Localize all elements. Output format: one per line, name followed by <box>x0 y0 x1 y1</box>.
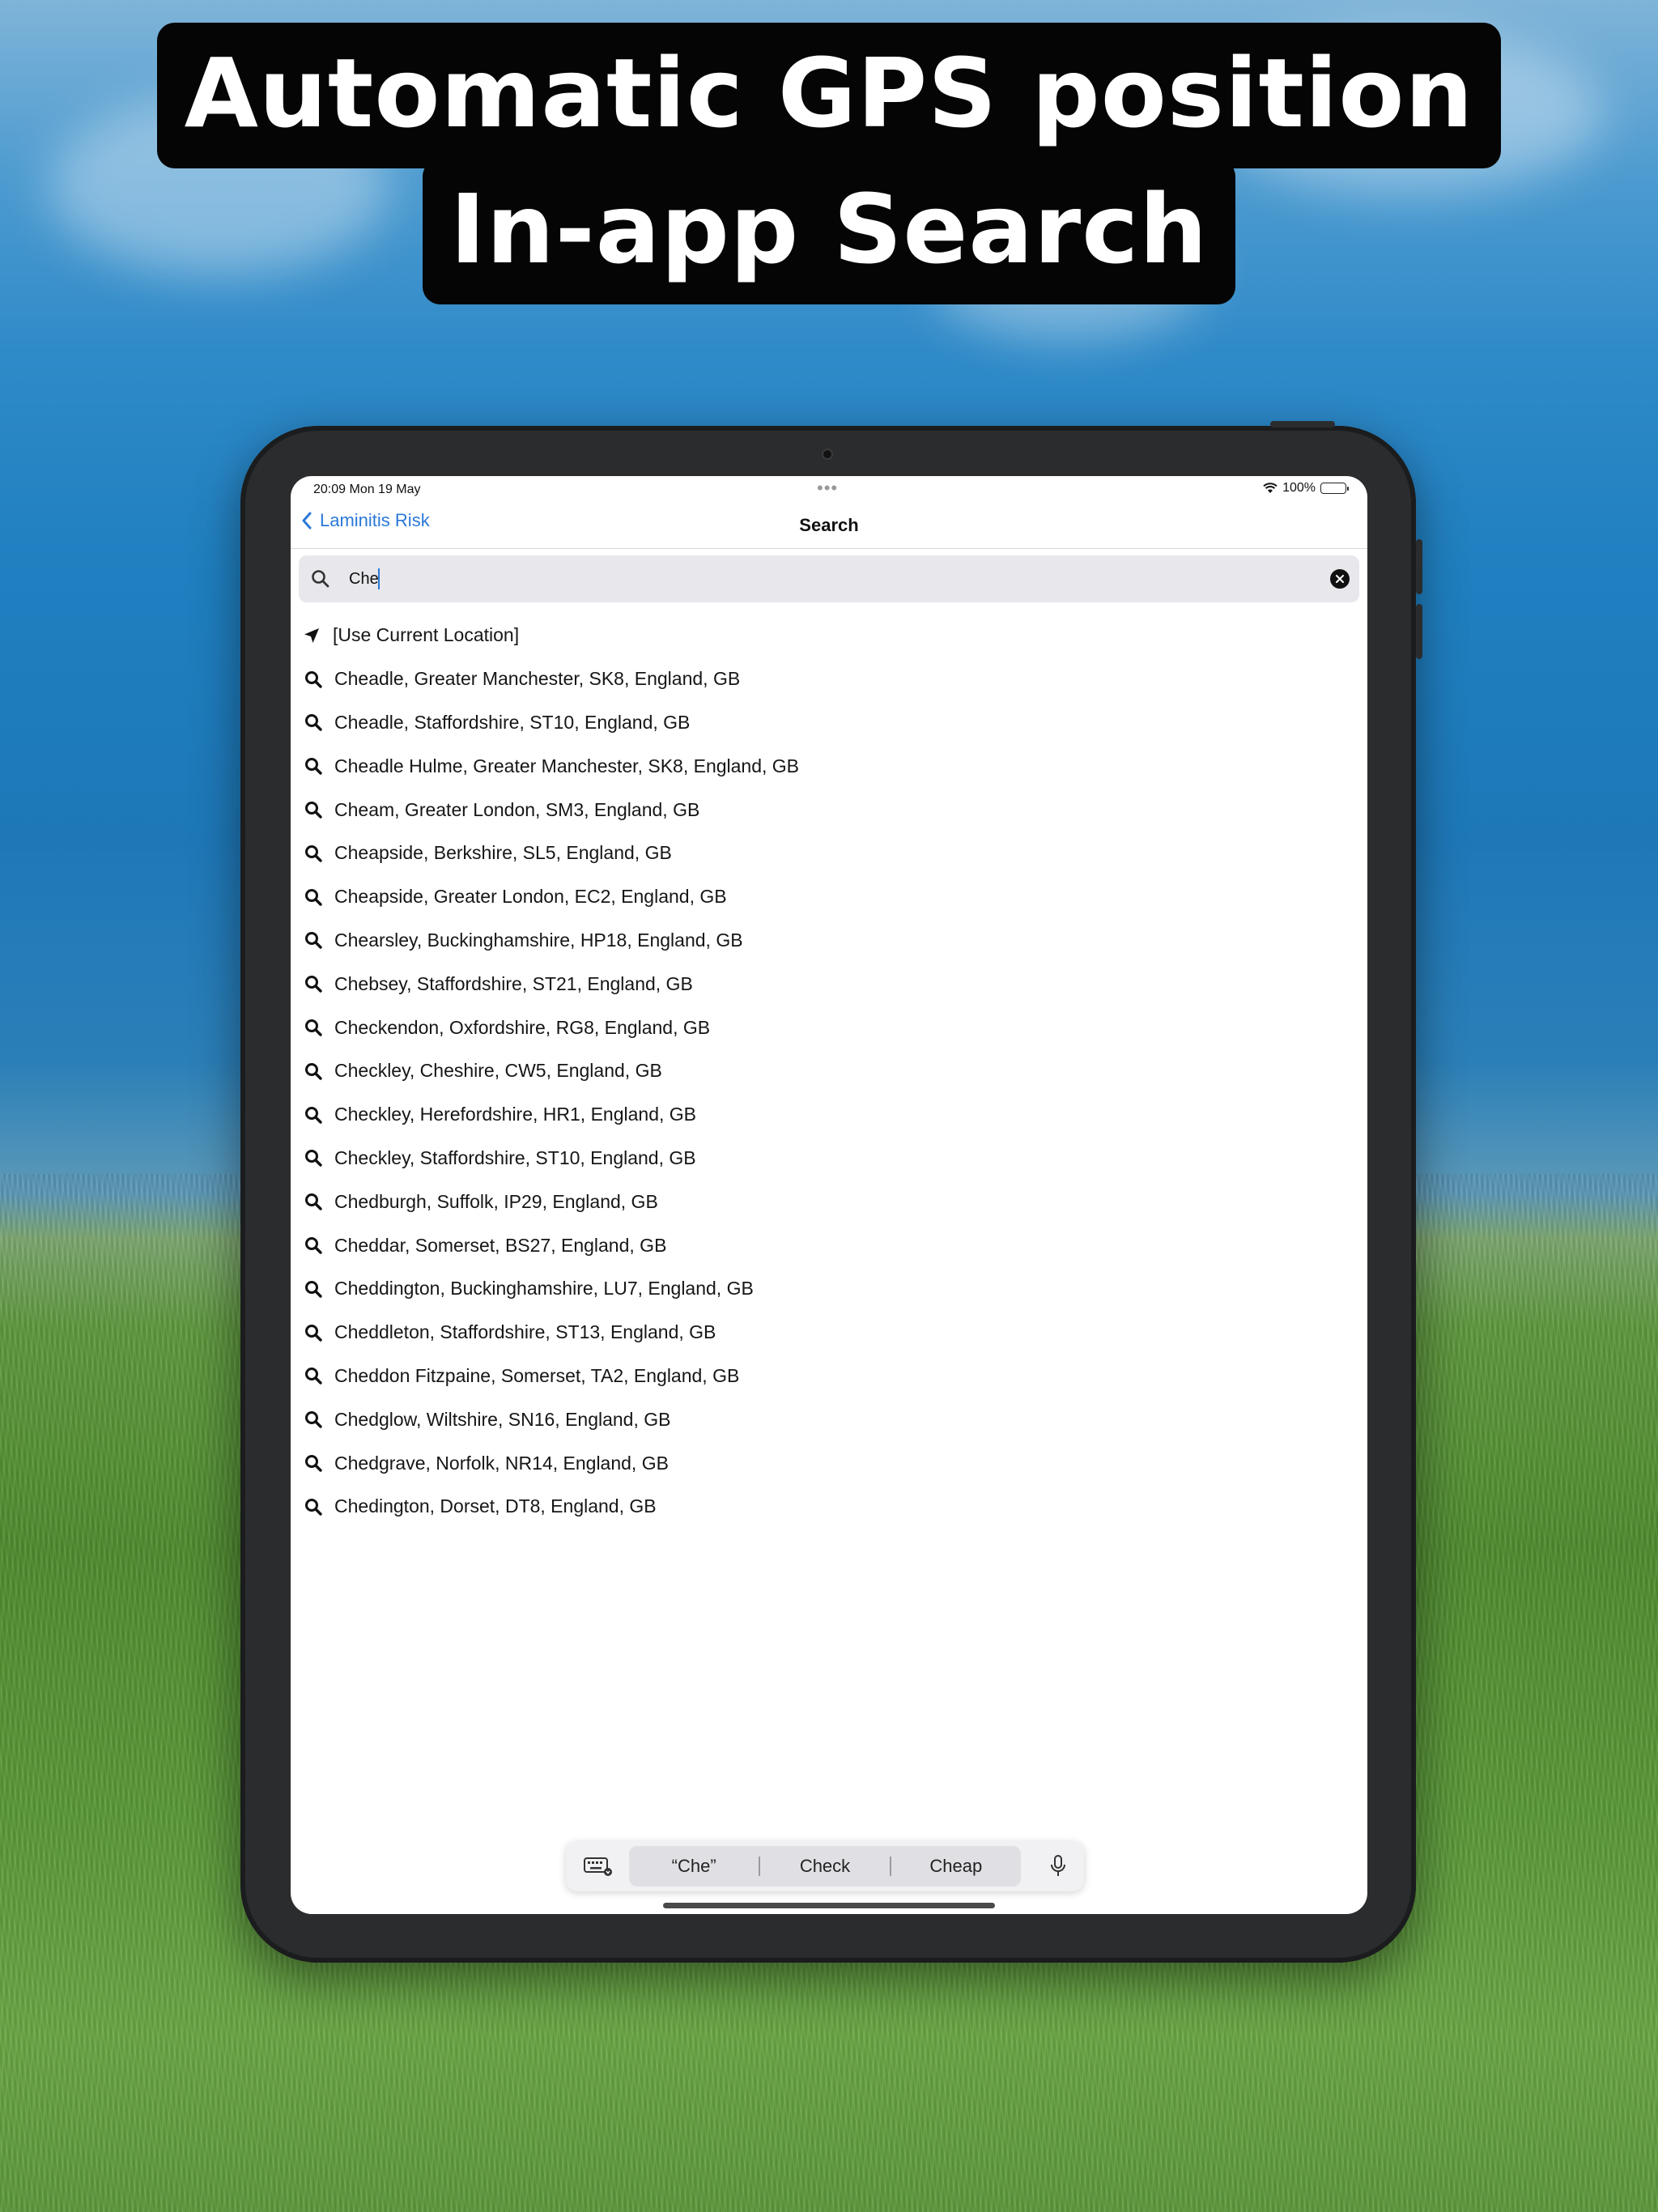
search-result-item[interactable]: Cheam, Greater London, SM3, England, GB <box>291 788 1367 832</box>
home-indicator[interactable] <box>663 1903 995 1908</box>
use-current-location-item[interactable]: [Use Current Location] <box>291 614 1367 657</box>
search-result-item[interactable]: Cheddington, Buckinghamshire, LU7, Engla… <box>291 1267 1367 1311</box>
search-result-item[interactable]: Cheadle, Staffordshire, ST10, England, G… <box>291 701 1367 745</box>
search-result-item[interactable]: Cheddon Fitzpaine, Somerset, TA2, Englan… <box>291 1355 1367 1398</box>
status-bar: 20:09 Mon 19 May ••• 100% <box>291 476 1367 502</box>
wifi-icon <box>1263 483 1278 493</box>
search-result-label: Cheddon Fitzpaine, Somerset, TA2, Englan… <box>334 1364 740 1386</box>
search-result-label: Cheddington, Buckinghamshire, LU7, Engla… <box>334 1278 754 1300</box>
headline-line-2: In-app Search <box>0 159 1658 304</box>
status-time: 20:09 Mon 19 May <box>313 483 421 496</box>
search-result-label: Chedgrave, Norfolk, NR14, England, GB <box>334 1452 669 1474</box>
top-button <box>1270 421 1335 428</box>
headline-text-1: Automatic GPS position <box>156 23 1502 168</box>
search-result-label: Chebsey, Staffordshire, ST21, England, G… <box>334 972 693 994</box>
search-result-label: Cheam, Greater London, SM3, England, GB <box>334 798 700 820</box>
suggestion-2[interactable]: Check <box>760 1856 890 1877</box>
search-result-item[interactable]: Cheddar, Somerset, BS27, England, GB <box>291 1223 1367 1267</box>
keyboard-icon[interactable] <box>584 1856 613 1877</box>
search-icon <box>305 1106 322 1124</box>
text-cursor <box>378 568 380 589</box>
search-icon <box>305 1280 322 1298</box>
search-result-label: Chedburgh, Suffolk, IP29, England, GB <box>334 1190 658 1212</box>
search-result-item[interactable]: Cheddleton, Staffordshire, ST13, England… <box>291 1311 1367 1355</box>
battery-percent: 100% <box>1282 481 1316 495</box>
battery-icon <box>1320 483 1349 494</box>
search-icon <box>305 1368 322 1385</box>
clear-icon <box>1336 575 1344 583</box>
search-result-item[interactable]: Chedgrave, Norfolk, NR14, England, GB <box>291 1441 1367 1485</box>
search-result-item[interactable]: Cheapside, Greater London, EC2, England,… <box>291 875 1367 919</box>
microphone-icon[interactable] <box>1048 1854 1068 1878</box>
search-icon <box>305 1193 322 1210</box>
search-result-label: Checkendon, Oxfordshire, RG8, England, G… <box>334 1016 711 1038</box>
clear-search-button[interactable] <box>1330 569 1350 589</box>
search-result-label: Cheapside, Berkshire, SL5, England, GB <box>334 842 672 864</box>
search-result-item[interactable]: Checkley, Herefordshire, HR1, England, G… <box>291 1093 1367 1137</box>
search-icon <box>305 1062 322 1080</box>
search-result-label: Chedington, Dorset, DT8, England, GB <box>334 1495 657 1517</box>
search-result-label: Cheadle, Staffordshire, ST10, England, G… <box>334 711 691 733</box>
search-icon <box>305 714 322 732</box>
search-input[interactable] <box>349 565 1280 593</box>
search-icon <box>305 1324 322 1342</box>
navigation-bar: Laminitis Risk Search <box>291 502 1367 549</box>
search-icon <box>305 976 322 993</box>
camera-icon <box>823 450 831 458</box>
search-result-label: Cheadle Hulme, Greater Manchester, SK8, … <box>334 755 800 776</box>
search-icon <box>305 1019 322 1036</box>
search-icon <box>312 570 329 588</box>
search-result-item[interactable]: Cheapside, Berkshire, SL5, England, GB <box>291 832 1367 875</box>
search-result-item[interactable]: Chedington, Dorset, DT8, England, GB <box>291 1485 1367 1529</box>
search-result-label: Cheddleton, Staffordshire, ST13, England… <box>334 1321 716 1343</box>
search-result-item[interactable]: Chebsey, Staffordshire, ST21, England, G… <box>291 962 1367 1006</box>
predictive-suggestions: “Che” Check Cheap <box>629 1846 1021 1887</box>
app-screen: 20:09 Mon 19 May ••• 100% Laminitis Risk… <box>291 476 1367 1914</box>
volume-down-button <box>1416 604 1422 659</box>
search-icon <box>305 888 322 906</box>
search-result-item[interactable]: Chedburgh, Suffolk, IP29, England, GB <box>291 1180 1367 1223</box>
current-location-label: [Use Current Location] <box>333 624 520 646</box>
search-icon <box>305 1498 322 1516</box>
search-result-item[interactable]: Cheadle Hulme, Greater Manchester, SK8, … <box>291 744 1367 788</box>
search-result-item[interactable]: Checkley, Staffordshire, ST10, England, … <box>291 1137 1367 1180</box>
search-icon <box>305 758 322 775</box>
search-result-label: Chearsley, Buckinghamshire, HP18, Englan… <box>334 929 743 951</box>
search-result-item[interactable]: Checkley, Cheshire, CW5, England, GB <box>291 1049 1367 1093</box>
search-results-list: [Use Current Location] Cheadle, Greater … <box>291 614 1367 1529</box>
search-icon <box>305 670 322 688</box>
keyboard-shortcut-bar: “Che” Check Cheap <box>566 1841 1084 1891</box>
search-icon <box>305 844 322 862</box>
search-bar <box>299 555 1359 602</box>
search-result-label: Chedglow, Wiltshire, SN16, England, GB <box>334 1408 671 1430</box>
search-icon <box>305 1237 322 1254</box>
search-icon <box>305 802 322 819</box>
search-icon <box>305 1411 322 1428</box>
search-result-item[interactable]: Chedglow, Wiltshire, SN16, England, GB <box>291 1397 1367 1441</box>
search-result-item[interactable]: Chearsley, Buckinghamshire, HP18, Englan… <box>291 919 1367 963</box>
search-result-label: Checkley, Cheshire, CW5, England, GB <box>334 1060 662 1082</box>
volume-up-button <box>1416 539 1422 594</box>
search-result-item[interactable]: Checkendon, Oxfordshire, RG8, England, G… <box>291 1006 1367 1049</box>
headline-line-1: Automatic GPS position <box>0 23 1658 168</box>
search-icon <box>305 1455 322 1472</box>
search-icon <box>305 932 322 950</box>
search-result-label: Cheapside, Greater London, EC2, England,… <box>334 886 727 908</box>
status-right: 100% <box>1263 481 1349 496</box>
headline-text-2: In-app Search <box>422 159 1236 304</box>
multitasking-dots[interactable]: ••• <box>817 478 838 499</box>
location-arrow-icon <box>304 627 319 643</box>
search-result-label: Cheddar, Somerset, BS27, England, GB <box>334 1234 667 1256</box>
suggestion-3[interactable]: Cheap <box>891 1856 1021 1877</box>
suggestion-1[interactable]: “Che” <box>629 1856 759 1877</box>
search-result-label: Checkley, Herefordshire, HR1, England, G… <box>334 1104 696 1125</box>
search-icon <box>305 1150 322 1168</box>
page-title: Search <box>799 515 859 535</box>
search-result-label: Checkley, Staffordshire, ST10, England, … <box>334 1146 696 1168</box>
search-result-label: Cheadle, Greater Manchester, SK8, Englan… <box>334 668 741 690</box>
search-result-item[interactable]: Cheadle, Greater Manchester, SK8, Englan… <box>291 657 1367 701</box>
